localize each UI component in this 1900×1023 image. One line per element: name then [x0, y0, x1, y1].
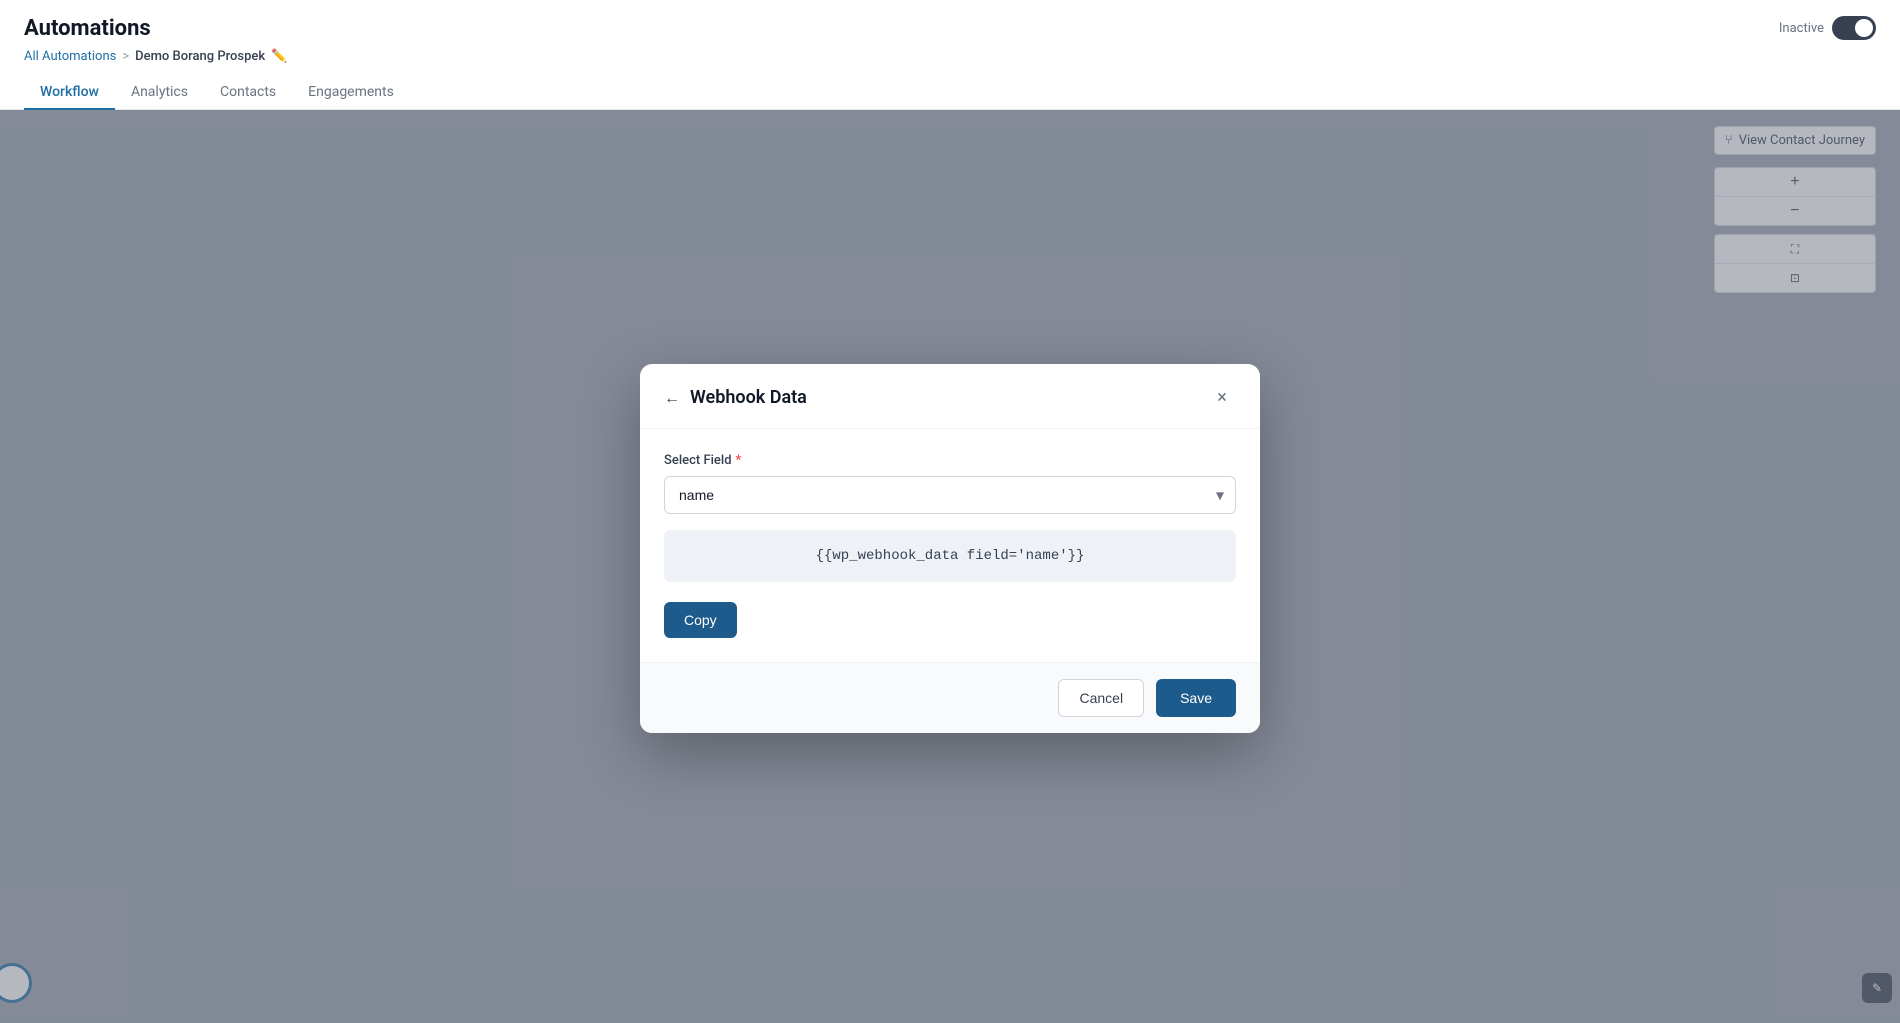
breadcrumb-current: Demo Borang Prospek — [135, 49, 265, 64]
breadcrumb-all-automations[interactable]: All Automations — [24, 49, 116, 64]
toggle-knob — [1855, 19, 1873, 37]
select-field-label: Select Field * — [664, 453, 1236, 468]
webhook-data-modal: ← Webhook Data × Select Field * name ema… — [640, 364, 1260, 733]
tab-workflow[interactable]: Workflow — [24, 76, 115, 110]
top-bar: Inactive Automations All Automations > D… — [0, 0, 1900, 110]
required-indicator: * — [736, 453, 742, 468]
select-field-input[interactable]: name email phone — [664, 476, 1236, 514]
top-right-controls: Inactive — [1779, 16, 1876, 40]
modal-body: Select Field * name email phone ▾ {{wp_w… — [640, 429, 1260, 662]
cancel-button[interactable]: Cancel — [1058, 679, 1144, 717]
back-arrow-button[interactable]: ← — [664, 388, 680, 408]
main-content: ⑂ View Contact Journey + − ⛶ ⊡ ⚡ Acti — [0, 110, 1900, 1023]
modal-title: Webhook Data — [690, 387, 807, 408]
breadcrumb: All Automations > Demo Borang Prospek ✏️ — [24, 49, 1876, 64]
tabs: Workflow Analytics Contacts Engagements — [24, 76, 1876, 109]
modal-header: ← Webhook Data × — [640, 364, 1260, 429]
app-title: Automations — [24, 16, 1876, 41]
breadcrumb-separator: > — [122, 49, 129, 64]
copy-button[interactable]: Copy — [664, 602, 737, 638]
edit-icon[interactable]: ✏️ — [271, 49, 287, 64]
tab-analytics[interactable]: Analytics — [115, 76, 204, 110]
status-toggle[interactable] — [1832, 16, 1876, 40]
tab-contacts[interactable]: Contacts — [204, 76, 292, 110]
modal-header-left: ← Webhook Data — [664, 387, 807, 408]
save-button[interactable]: Save — [1156, 679, 1236, 717]
select-field-label-text: Select Field — [664, 453, 732, 468]
status-label: Inactive — [1779, 21, 1824, 36]
select-field-wrapper: name email phone ▾ — [664, 476, 1236, 514]
tab-engagements[interactable]: Engagements — [292, 76, 410, 110]
modal-footer: Cancel Save — [640, 662, 1260, 733]
modal-close-button[interactable]: × — [1208, 384, 1236, 412]
webhook-code-display: {{wp_webhook_data field='name'}} — [664, 530, 1236, 582]
